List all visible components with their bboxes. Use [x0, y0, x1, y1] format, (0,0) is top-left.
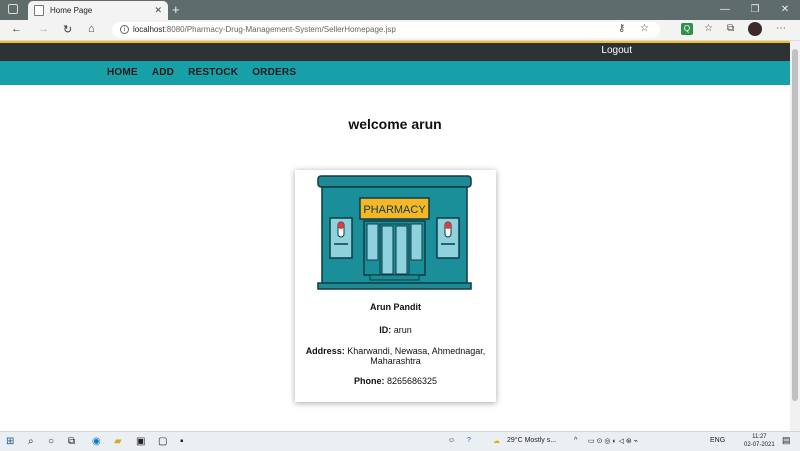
refresh-icon[interactable]: ↻: [63, 23, 72, 36]
collections-icon[interactable]: ⧉: [727, 23, 734, 34]
page-favicon-icon: [34, 5, 44, 16]
notifications-icon[interactable]: ▤: [782, 435, 791, 446]
nav-add-link[interactable]: ADD: [152, 67, 174, 78]
terminal-icon[interactable]: ▪: [180, 436, 184, 447]
url-path: :8080/Pharmacy-Drug-Management-System/Se…: [164, 25, 396, 34]
clock-date: 02-07-2021: [744, 442, 775, 448]
minimize-button[interactable]: —: [710, 0, 740, 20]
tray-chevron-icon[interactable]: ^: [574, 437, 577, 444]
clock-time: 11:27: [752, 434, 767, 440]
url-input[interactable]: i localhost:8080/Pharmacy-Drug-Management…: [112, 22, 660, 38]
home-icon[interactable]: ⌂: [88, 23, 95, 35]
nav-restock-link[interactable]: RESTOCK: [188, 67, 238, 78]
language-indicator[interactable]: ENG: [710, 437, 725, 444]
seller-name: Arun Pandit: [370, 302, 421, 312]
app-icon[interactable]: ▣: [136, 436, 145, 447]
main-navbar: HOME ADD RESTOCK ORDERS: [0, 61, 790, 85]
weather-icon: ☁: [493, 438, 500, 445]
seller-id-line: ID: arun: [295, 325, 496, 335]
seller-address-line-2: Maharashtra: [370, 356, 421, 366]
menu-dots-icon[interactable]: ⋯: [776, 23, 786, 34]
restore-button[interactable]: ❐: [740, 0, 770, 20]
app-icon-2[interactable]: ▢: [158, 436, 167, 447]
tab-actions-icon[interactable]: [8, 4, 18, 14]
logout-link[interactable]: Logout: [601, 45, 632, 56]
extension-q-icon[interactable]: Q: [681, 23, 693, 35]
seller-phone-line: Phone: 8265686325: [295, 376, 496, 386]
url-host: localhost: [133, 25, 165, 34]
address-value: Kharwandi, Newasa, Ahmednagar,: [347, 346, 486, 356]
favorites-icon[interactable]: ☆: [704, 23, 713, 34]
welcome-heading: welcome arun: [348, 116, 442, 132]
search-icon[interactable]: ⌕: [28, 436, 34, 447]
file-explorer-icon[interactable]: ▰: [114, 436, 122, 447]
tab-title: Home Page: [50, 6, 93, 15]
new-tab-button[interactable]: +: [172, 2, 180, 17]
nav-home-link[interactable]: HOME: [107, 67, 138, 78]
people-icon[interactable]: ☺: [448, 437, 455, 444]
id-value: arun: [393, 325, 412, 335]
pharmacy-building-image: PHARMACY: [317, 175, 472, 290]
weather-text[interactable]: 29°C Mostly s...: [507, 437, 556, 444]
tray-icons[interactable]: ▭ ⊙ ◎ ◐ ◁ ⊛ ⌁: [588, 437, 638, 445]
browser-titlebar: Home Page ✕ + — ❐ ✕: [0, 0, 800, 20]
task-view-icon[interactable]: ⧉: [68, 436, 75, 447]
avatar[interactable]: [748, 22, 762, 36]
favorite-star-icon[interactable]: ☆: [640, 23, 649, 34]
key-icon[interactable]: ⚷: [618, 23, 625, 34]
phone-label: Phone:: [353, 376, 385, 386]
window-controls: — ❐ ✕: [710, 0, 800, 20]
back-arrow-icon[interactable]: ←: [11, 23, 22, 35]
id-label: ID:: [379, 325, 392, 335]
phone-value: 8265686325: [386, 376, 438, 386]
seller-address-line: Address: Kharwandi, Newasa, Ahmednagar,: [295, 346, 496, 356]
browser-tab[interactable]: Home Page ✕: [28, 1, 168, 20]
forward-arrow-icon[interactable]: →: [38, 23, 49, 35]
top-bar: Logout: [0, 41, 790, 61]
taskbar-clock[interactable]: 11:27 02-07-2021: [744, 433, 775, 449]
address-label: Address:: [305, 346, 345, 356]
page-scrollbar[interactable]: [790, 41, 800, 431]
address-bar-row: ← → ↻ ⌂ i localhost:8080/Pharmacy-Drug-Ma…: [0, 20, 800, 41]
edge-browser-icon[interactable]: ◉: [92, 436, 101, 447]
pharmacy-sign-text: PHARMACY: [363, 204, 426, 216]
nav-orders-link[interactable]: ORDERS: [252, 67, 296, 78]
tab-close-icon[interactable]: ✕: [154, 5, 162, 16]
windows-taskbar: ⊞ ⌕ ○ ⧉ ◉ ▰ ▣ ▢ ▪ ☺ ? ☁ 29°C Mostly s...…: [0, 431, 800, 451]
close-window-button[interactable]: ✕: [770, 0, 800, 20]
scrollbar-thumb[interactable]: [792, 49, 798, 401]
start-windows-icon[interactable]: ⊞: [6, 436, 14, 447]
help-icon[interactable]: ?: [467, 437, 471, 444]
cortana-icon[interactable]: ○: [48, 436, 54, 447]
seller-profile-card: PHARMACY Arun Pandit ID: arun Address: K…: [295, 170, 496, 402]
site-info-icon[interactable]: i: [120, 25, 129, 35]
